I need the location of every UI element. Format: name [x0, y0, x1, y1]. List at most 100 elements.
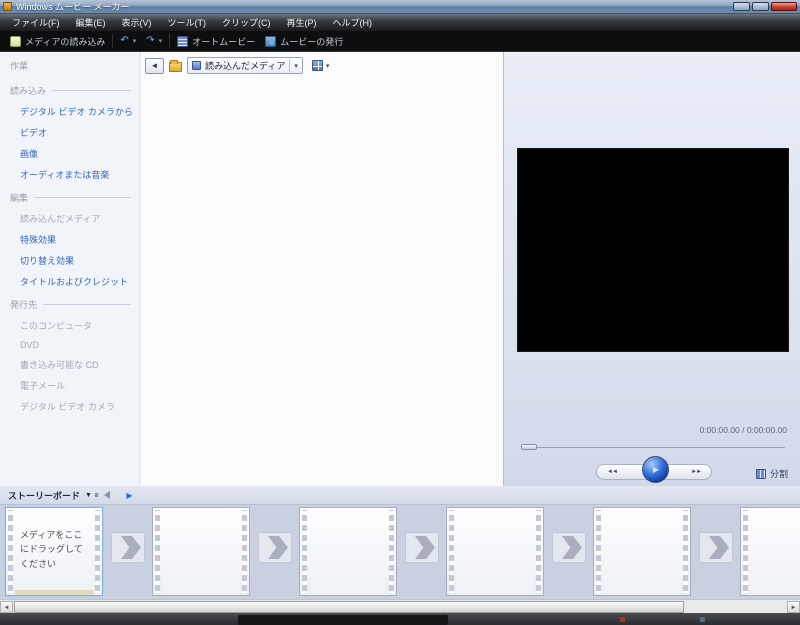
- redo-button[interactable]: ↷ ▾: [141, 36, 167, 46]
- location-dropdown[interactable]: 読み込んだメディア ▾: [187, 57, 303, 74]
- previous-frame-button[interactable]: ◄◄: [607, 469, 618, 475]
- seek-handle[interactable]: [521, 444, 537, 450]
- tasks-pane: 作業 読み込み デジタル ビデオ カメラから ビデオ 画像 オーディオまたは音楽…: [0, 52, 140, 486]
- filmstrip-holes: [240, 508, 249, 595]
- speaker-button[interactable]: [95, 489, 114, 501]
- video-preview: [517, 148, 789, 352]
- preview-pane: 0:00:00.00 / 0:00:00.00 ◄◄ ►► ▶ 分割: [503, 52, 800, 486]
- menu-file[interactable]: ファイル(F): [4, 16, 68, 29]
- task-import-from-camera[interactable]: デジタル ビデオ カメラから: [20, 105, 133, 118]
- section-header-publish: 発行先: [10, 298, 131, 311]
- dropdown-divider: [289, 59, 291, 72]
- task-publish-camera[interactable]: デジタル ビデオ カメラ: [20, 400, 131, 413]
- publish-movie-button[interactable]: ムービーの発行: [260, 35, 348, 48]
- menu-tools[interactable]: ツール(T): [160, 16, 215, 29]
- media-collection-icon: [192, 61, 201, 70]
- transition-slot[interactable]: [111, 532, 145, 563]
- task-titles-credits[interactable]: タイトルおよびクレジット: [20, 275, 131, 288]
- toolbar-separator: [112, 34, 114, 48]
- storyboard-cell-5[interactable]: [593, 507, 691, 596]
- section-header-import: 読み込み: [10, 84, 131, 97]
- tray-icon[interactable]: [700, 617, 705, 622]
- speaker-icon: [95, 491, 111, 499]
- task-effects[interactable]: 特殊効果: [20, 233, 131, 246]
- tasks-pane-title: 作業: [10, 61, 29, 71]
- playback-time: 0:00:00.00 / 0:00:00.00: [699, 425, 787, 435]
- import-media-icon: [10, 35, 21, 47]
- media-dropzone[interactable]: メディアをここにドラッグしてください: [15, 508, 93, 595]
- storyboard-scrollbar[interactable]: ◄ ►: [0, 599, 800, 613]
- transition-slot[interactable]: [699, 532, 733, 563]
- scroll-right-button[interactable]: ►: [787, 601, 800, 613]
- taskbar-window-button[interactable]: [238, 615, 448, 625]
- menu-view[interactable]: 表示(V): [114, 16, 160, 29]
- location-label: 読み込んだメディア: [205, 61, 286, 71]
- storyboard-cell-2[interactable]: [152, 507, 250, 596]
- scroll-left-button[interactable]: ◄: [0, 601, 13, 613]
- chevron-down-icon: ▾: [294, 62, 298, 70]
- storyboard-cell-3[interactable]: [299, 507, 397, 596]
- section-divider: [52, 90, 131, 91]
- main-toolbar: メディアの読み込み ↶ ▾ ↷ ▾ オートムービー ムービーの発行: [0, 31, 800, 52]
- import-media-button[interactable]: メディアの読み込み: [5, 35, 110, 48]
- storyboard-view-dropdown[interactable]: ストーリーボード: [8, 489, 80, 502]
- redo-dropdown-icon[interactable]: ▾: [159, 37, 163, 45]
- menu-play[interactable]: 再生(P): [279, 16, 325, 29]
- chevron-down-icon: ▾: [325, 62, 330, 70]
- folder-icon[interactable]: [169, 59, 182, 72]
- task-imported-media[interactable]: 読み込んだメディア: [20, 212, 131, 225]
- taskbar-strip: [0, 613, 800, 625]
- automovie-button[interactable]: オートムービー: [172, 35, 260, 48]
- play-storyboard-button[interactable]: ▶: [123, 489, 136, 501]
- play-circle-icon: ▶: [126, 490, 133, 500]
- section-header-edit: 編集: [10, 191, 131, 204]
- menu-edit[interactable]: 編集(E): [68, 16, 114, 29]
- chevron-down-icon[interactable]: ▼: [85, 492, 92, 499]
- publish-movie-icon: [265, 35, 277, 47]
- play-icon: ▶: [652, 465, 660, 474]
- filmstrip-holes: [534, 508, 543, 595]
- back-button[interactable]: ◄: [145, 57, 164, 74]
- close-button[interactable]: [771, 2, 797, 11]
- task-import-pictures[interactable]: 画像: [20, 147, 131, 160]
- menu-help[interactable]: ヘルプ(H): [325, 16, 381, 29]
- split-icon: [755, 468, 766, 479]
- toolbar-separator: [169, 34, 171, 48]
- minimize-button[interactable]: [733, 2, 750, 11]
- task-publish-cd[interactable]: 書き込み可能な CD: [20, 358, 131, 371]
- back-icon: ◄: [150, 60, 159, 70]
- task-publish-computer[interactable]: このコンピュータ: [20, 319, 131, 332]
- filmstrip-holes: [387, 508, 396, 595]
- play-button[interactable]: ▶: [642, 456, 669, 483]
- storyboard-cell-6[interactable]: [740, 507, 800, 596]
- filmstrip-holes: [153, 508, 162, 595]
- seek-bar[interactable]: [521, 444, 785, 450]
- automovie-icon: [177, 35, 189, 47]
- transition-slot[interactable]: [552, 532, 586, 563]
- menu-clip[interactable]: クリップ(C): [214, 16, 279, 29]
- scrollbar-thumb[interactable]: [14, 601, 684, 613]
- transition-slot[interactable]: [258, 532, 292, 563]
- undo-button[interactable]: ↶ ▾: [115, 36, 141, 46]
- task-import-audio[interactable]: オーディオまたは音楽: [20, 168, 131, 181]
- maximize-button[interactable]: [752, 2, 769, 11]
- task-transitions[interactable]: 切り替え効果: [20, 254, 131, 267]
- transition-slot[interactable]: [405, 532, 439, 563]
- task-import-videos[interactable]: ビデオ: [20, 126, 131, 139]
- title-bar: Windows ムービー メーカー: [0, 0, 800, 14]
- app-icon: [3, 2, 12, 11]
- next-frame-button[interactable]: ►►: [691, 469, 702, 475]
- storyboard-cell-1[interactable]: メディアをここにドラッグしてください: [5, 507, 103, 596]
- storyboard-cell-4[interactable]: [446, 507, 544, 596]
- window-controls: [733, 2, 797, 11]
- task-publish-dvd[interactable]: DVD: [20, 340, 131, 350]
- task-publish-email[interactable]: 電子メール: [20, 379, 131, 392]
- views-dropdown[interactable]: ▾: [311, 60, 330, 71]
- window-title: Windows ムービー メーカー: [16, 2, 130, 12]
- split-button[interactable]: 分割: [755, 467, 788, 480]
- undo-dropdown-icon[interactable]: ▾: [133, 37, 137, 45]
- tray-icon[interactable]: [620, 617, 625, 622]
- storyboard-track: メディアをここにドラッグしてください: [0, 505, 800, 599]
- filmstrip-holes: [93, 508, 102, 595]
- filmstrip-holes: [741, 508, 750, 595]
